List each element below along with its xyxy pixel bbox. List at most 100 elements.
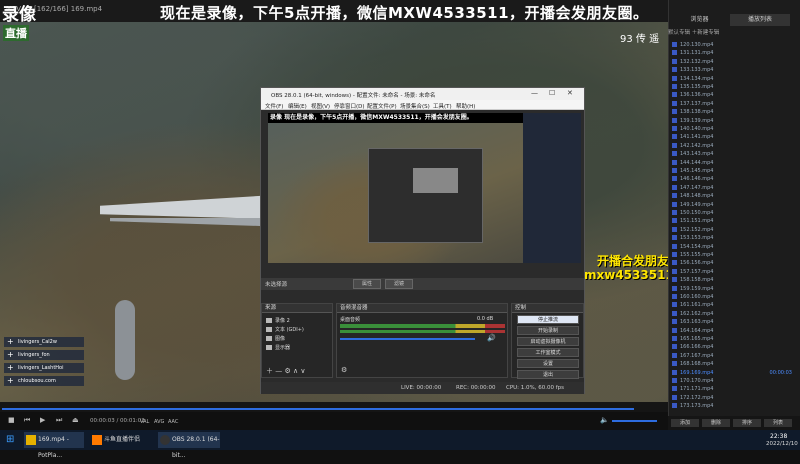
- menu-edit[interactable]: 编辑(E): [288, 102, 307, 110]
- video-file-icon: [672, 260, 677, 266]
- add-button[interactable]: 添加: [671, 419, 699, 427]
- scene-toolbar: 未选择源 属性 滤镜: [261, 278, 584, 290]
- live-tag: 直播: [3, 25, 29, 41]
- taskbar-clock-date: 2022/12/10: [766, 441, 798, 447]
- taskbar-app-potplayer[interactable]: 169.mp4 - PotPla...: [24, 432, 84, 459]
- video-file-icon: [672, 344, 677, 350]
- maximize-icon[interactable]: ☐: [549, 89, 555, 97]
- source-item[interactable]: 显示器: [266, 344, 290, 351]
- seek-bar[interactable]: [0, 402, 668, 412]
- obs-preview[interactable]: 录像 现在是录像，下午5点开播，微信MXW4533511，开播会发朋友圈。: [268, 113, 523, 263]
- taskbar-app-obs[interactable]: OBS 28.0.1 (64-bit...: [158, 432, 220, 459]
- volume-icon[interactable]: 🔈: [600, 416, 609, 424]
- filters-button[interactable]: 滤镜: [385, 279, 413, 289]
- stop-icon[interactable]: ■: [8, 416, 15, 424]
- windows-start-icon[interactable]: ⊞: [6, 434, 14, 445]
- plane-fuselage: [115, 300, 135, 380]
- video-file-icon: [672, 378, 677, 383]
- sort-button[interactable]: 排序: [733, 419, 761, 427]
- video-file-icon: [672, 151, 677, 157]
- start-virtual-camera-button[interactable]: 启动虚拟摄像机: [517, 337, 579, 346]
- tab-browser[interactable]: 浏览器: [672, 14, 727, 26]
- video-file-icon: [672, 243, 677, 249]
- menu-help[interactable]: 帮助(H): [456, 102, 475, 110]
- video-file-icon: [672, 268, 677, 274]
- video-file-icon: [672, 294, 677, 299]
- speaker-icon[interactable]: 🔊: [487, 334, 496, 342]
- play-icon[interactable]: ▶: [40, 416, 45, 424]
- playlist-item[interactable]: 173.173.mp4: [672, 401, 796, 412]
- prev-icon[interactable]: ⏮: [24, 416, 30, 425]
- obs-preview-playlist-reflection: [523, 113, 581, 263]
- stop-streaming-button[interactable]: 停止推流: [517, 315, 579, 324]
- menu-docks[interactable]: 停靠窗口(D): [334, 102, 365, 110]
- video-file-icon: [672, 159, 677, 165]
- video-file-icon: [672, 134, 677, 140]
- tab-playlist[interactable]: 播放列表: [730, 14, 790, 26]
- exit-button[interactable]: 退出: [517, 370, 579, 379]
- gear-icon[interactable]: ⚙: [284, 367, 290, 375]
- rec-label: 录像: [2, 5, 36, 25]
- source-item[interactable]: 文本 (GDI+): [266, 326, 304, 333]
- video-file-icon: [672, 319, 677, 325]
- menu-file[interactable]: 文件(F): [265, 102, 283, 110]
- eject-icon[interactable]: ⏏: [72, 416, 79, 424]
- overlay-text-2: mxw4533511: [584, 268, 674, 282]
- playlist-album-bar[interactable]: 默认专辑 ＋新建专辑: [668, 28, 800, 38]
- video-file-icon: [672, 327, 677, 333]
- volume-slider[interactable]: [340, 338, 475, 340]
- studio-mode-button[interactable]: 工作室模式: [517, 348, 579, 357]
- next-icon[interactable]: ⏭: [56, 416, 62, 425]
- mixer-header: 音频混音器: [337, 304, 507, 313]
- delete-button[interactable]: 删除: [702, 419, 730, 427]
- video-file-icon: [672, 117, 677, 123]
- video-file-icon: [672, 142, 677, 148]
- douyu-icon: [92, 435, 102, 445]
- player-list-item: livingers_fon: [4, 350, 84, 360]
- source-item[interactable]: 图像: [266, 335, 285, 342]
- video-file-icon: [672, 285, 677, 291]
- mixer-gear-icon[interactable]: ⚙: [341, 366, 347, 374]
- codec-label[interactable]: AAC: [168, 419, 178, 425]
- remove-icon[interactable]: —: [275, 367, 282, 375]
- up-icon[interactable]: ∧: [293, 367, 298, 375]
- codec-label[interactable]: VAL: [140, 419, 149, 425]
- video-file-icon: [672, 50, 677, 56]
- obs-title-text: OBS 28.0.1 (64-bit, windows) - 配置文件: 未命名…: [271, 93, 436, 99]
- obs-titlebar[interactable]: OBS 28.0.1 (64-bit, windows) - 配置文件: 未命名…: [261, 88, 584, 100]
- close-icon[interactable]: ✕: [567, 89, 573, 97]
- list-button[interactable]: 列表: [764, 419, 792, 427]
- live-status: LIVE: 00:00:00: [401, 385, 442, 391]
- menu-scene-collection[interactable]: 场景集合(S): [400, 102, 430, 110]
- video-file-icon: [672, 252, 677, 257]
- nested-obs-preview-inner: [413, 168, 458, 193]
- sources-panel: 来源 录像 2 文本 (GDI+) 图像 显示器 ＋ — ⚙ ∧ ∨: [261, 303, 333, 378]
- source-item[interactable]: 录像 2: [266, 317, 290, 324]
- playback-time: 00:00:03 / 00:01:03: [90, 418, 145, 424]
- taskbar-app-douyu[interactable]: 斗鱼直播伴侣: [90, 432, 152, 448]
- menu-profile[interactable]: 配置文件(P): [367, 102, 397, 110]
- down-icon[interactable]: ∨: [300, 367, 305, 375]
- video-file-icon: [672, 394, 677, 400]
- menu-tools[interactable]: 工具(T): [433, 102, 452, 110]
- add-icon[interactable]: ＋: [266, 367, 273, 375]
- video-file-icon: [672, 84, 677, 89]
- rec-status: REC: 00:00:00: [456, 385, 496, 391]
- video-file-icon: [672, 184, 677, 190]
- properties-button[interactable]: 属性: [353, 279, 381, 289]
- volume-bar[interactable]: [612, 420, 657, 422]
- minimize-icon[interactable]: —: [531, 89, 538, 97]
- video-file-icon: [672, 75, 677, 81]
- menu-view[interactable]: 视图(V): [311, 102, 330, 110]
- fps-indicator: 93 传 遥: [620, 34, 660, 45]
- obs-window[interactable]: OBS 28.0.1 (64-bit, windows) - 配置文件: 未命名…: [260, 87, 585, 394]
- settings-button[interactable]: 设置: [517, 359, 579, 368]
- video-file-icon: [672, 352, 677, 358]
- video-file-icon: [672, 336, 677, 341]
- mixer-db: 0.0 dB: [477, 316, 494, 322]
- video-file-icon: [672, 235, 677, 241]
- source-toolbar: ＋ — ⚙ ∧ ∨: [266, 366, 305, 376]
- video-file-icon: [672, 100, 677, 106]
- codec-label[interactable]: AVG: [154, 419, 164, 425]
- start-recording-button[interactable]: 开始录制: [517, 326, 579, 335]
